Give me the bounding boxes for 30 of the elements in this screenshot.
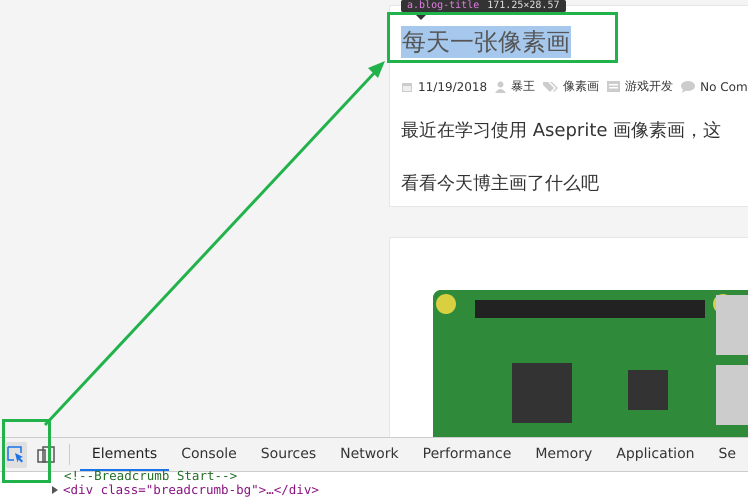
author-link[interactable]: 暴王 <box>511 78 536 95</box>
devtools-tab[interactable]: Memory <box>523 438 604 471</box>
speech-bubble-icon <box>681 80 696 92</box>
devtools-tab[interactable]: Application <box>604 438 707 471</box>
dom-node-line[interactable]: <div class="breadcrumb-bg">…</div> <box>63 482 319 497</box>
post-title[interactable]: 每天一张像素画 <box>401 26 571 58</box>
tooltip-size: 171.25×28.57 <box>487 0 560 12</box>
devtools-tab[interactable]: Se <box>706 438 748 471</box>
devtools-tab[interactable]: Elements <box>80 438 170 471</box>
tags-icon <box>543 80 558 92</box>
tooltip-selector: a.blog-title <box>407 0 480 12</box>
inspect-tool-button[interactable] <box>6 442 27 468</box>
devtools-tab[interactable]: Network <box>328 438 411 471</box>
calendar-icon <box>401 80 413 92</box>
excerpt-line: 看看今天博主画了什么吧 <box>401 172 600 196</box>
comments-link[interactable]: No Com <box>700 80 748 94</box>
list-icon <box>607 81 620 92</box>
devtools-tab[interactable]: Console <box>169 438 249 471</box>
expand-triangle-icon[interactable] <box>52 486 58 494</box>
category-link[interactable]: 游戏开发 <box>625 78 674 95</box>
inspect-icon <box>7 446 26 464</box>
excerpt-line: 最近在学习使用 Aseprite 画像素画，这 <box>401 119 722 143</box>
devtools-tab[interactable]: Sources <box>248 438 328 471</box>
devtools-tab[interactable]: Performance <box>410 438 524 471</box>
highlight-frame <box>2 419 51 483</box>
post-date: 11/19/2018 <box>418 80 488 94</box>
device-icon <box>36 446 55 464</box>
tag-link[interactable]: 像素画 <box>563 78 600 95</box>
html-comment: <!--Breadcrumb Start--> <box>64 468 238 483</box>
person-icon <box>495 80 506 92</box>
